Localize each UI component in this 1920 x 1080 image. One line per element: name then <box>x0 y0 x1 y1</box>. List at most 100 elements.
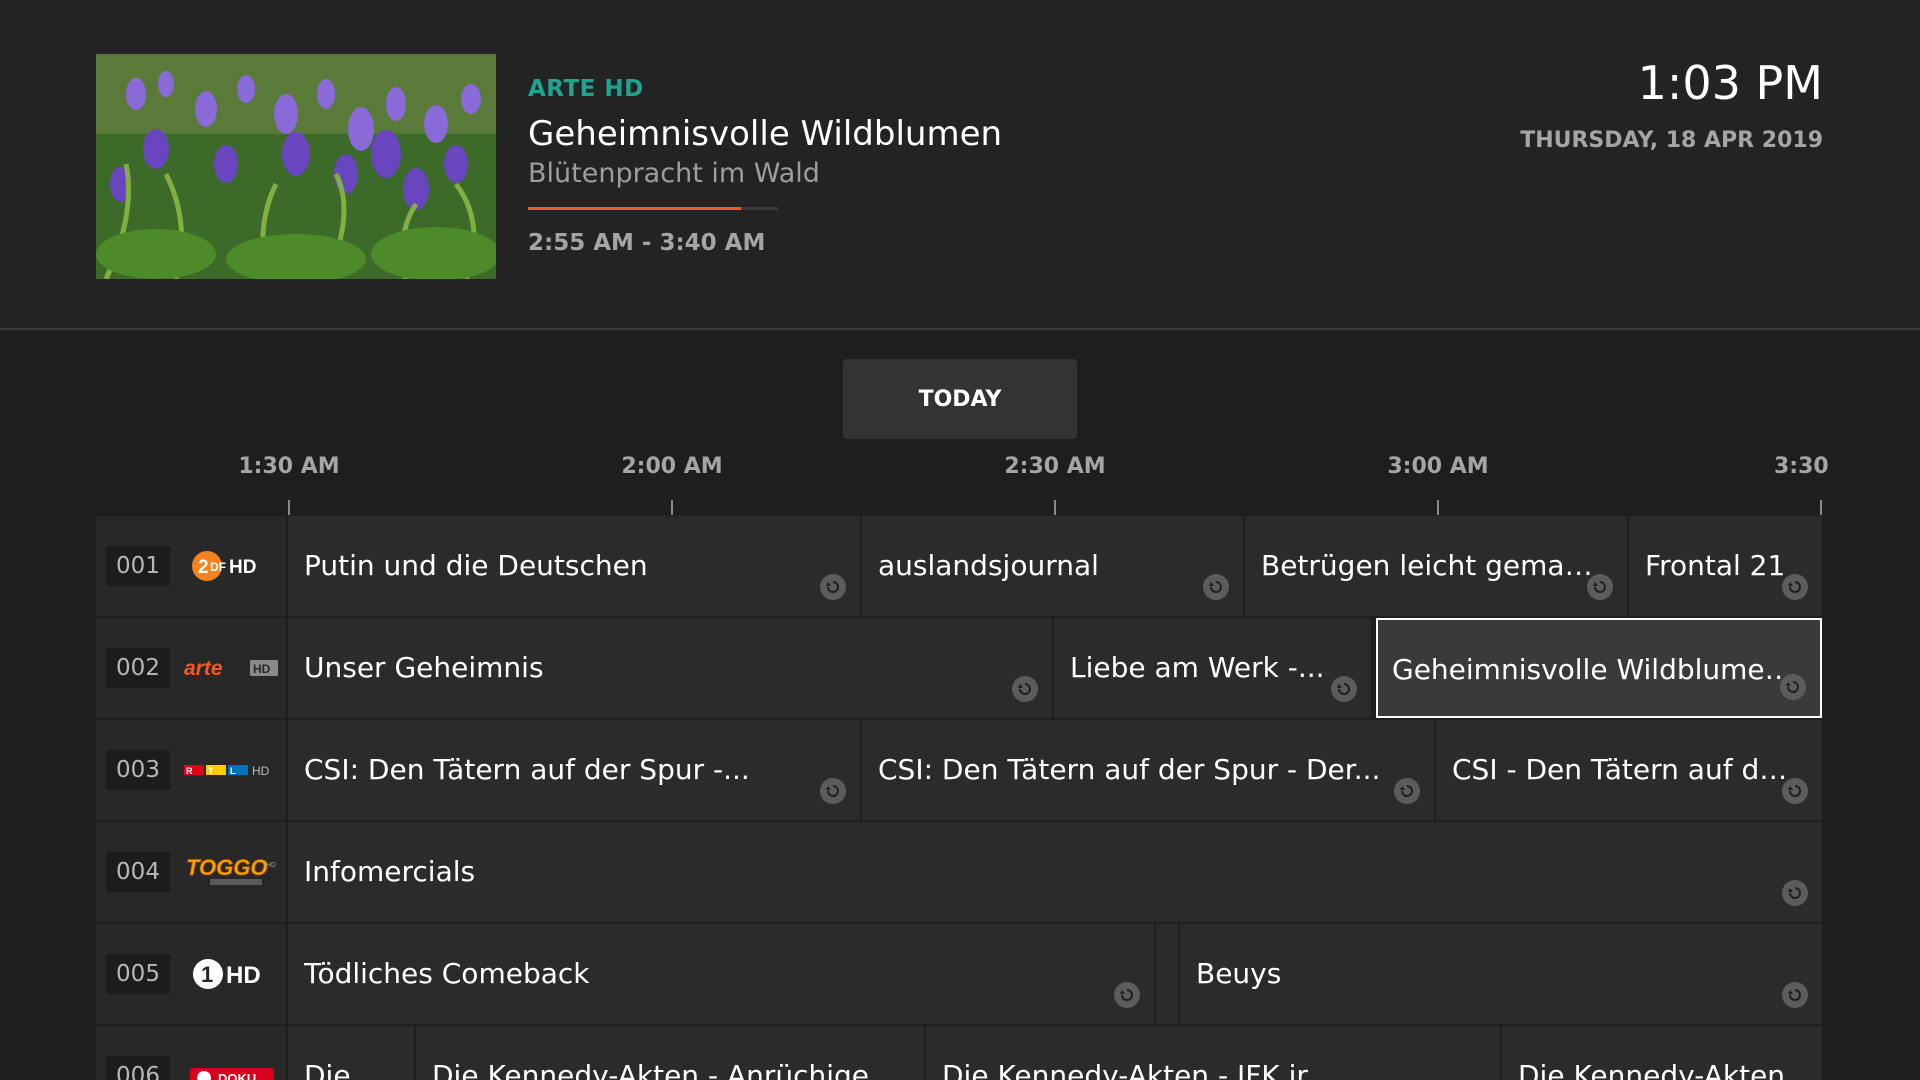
program-title: Frontal 21 <box>1645 549 1786 582</box>
arte-hd-logo: arte HD <box>184 646 280 690</box>
channel-cell[interactable]: 004 TOGGO HD <box>96 822 286 922</box>
program-title: Putin und die Deutschen <box>304 549 648 582</box>
channel-number: 005 <box>106 954 170 994</box>
replay-icon <box>1331 676 1357 702</box>
replay-icon <box>1782 982 1808 1008</box>
time-label: 1:30 AM <box>238 454 340 479</box>
channel-cell[interactable]: 002 arte HD <box>96 618 286 718</box>
time-label: 2:00 AM <box>621 454 723 479</box>
program-title: CSI: Den Tätern auf der Spur - Der... <box>878 753 1381 786</box>
program-progress-bar <box>528 207 778 210</box>
replay-icon <box>1394 778 1420 804</box>
program-cell[interactable]: CSI: Den Tätern auf der Spur - Der... <box>862 720 1434 820</box>
program-cell[interactable]: Unser Geheimnis <box>288 618 1052 718</box>
replay-icon <box>1782 574 1808 600</box>
program-cell[interactable]: CSI: Den Tätern auf der Spur -... <box>288 720 860 820</box>
zdf-hd-logo: 2 DF HD <box>184 544 280 588</box>
rtl-hd-logo: R T L HD <box>184 748 280 792</box>
clock: 1:03 PM <box>1637 56 1823 110</box>
program-cell[interactable]: Betrügen leicht gemacht... <box>1245 516 1627 616</box>
current-program-time: 2:55 AM - 3:40 AM <box>528 230 766 256</box>
program-cell[interactable]: Frontal 21 <box>1629 516 1822 616</box>
program-title: Die Kennedy-Akten - Anrüchige <box>432 1059 870 1080</box>
channel-number: 006 <box>106 1056 170 1080</box>
replay-icon <box>1780 674 1806 700</box>
time-tick <box>288 500 290 515</box>
svg-text:HD: HD <box>266 862 276 869</box>
svg-text:1: 1 <box>201 962 213 987</box>
wildflower-image <box>96 54 496 279</box>
program-cell[interactable]: Putin und die Deutschen <box>288 516 860 616</box>
program-cell-gap[interactable] <box>1156 924 1178 1024</box>
program-title: Infomercials <box>304 855 476 888</box>
replay-icon <box>1782 880 1808 906</box>
channel-row: 005 1 HD Tödliches Comeback Beuys <box>96 924 1822 1024</box>
channel-cell[interactable]: 005 1 HD <box>96 924 286 1024</box>
channel-row: 004 TOGGO HD Infomercials <box>96 822 1822 922</box>
program-title: Geheimnisvolle Wildblumen -... <box>1392 653 1798 686</box>
channel-cell[interactable]: 003 R T L HD <box>96 720 286 820</box>
channel-cell[interactable]: 006 DOKU <box>96 1026 286 1080</box>
current-program-title: Geheimnisvolle Wildblumen <box>528 114 1003 154</box>
replay-icon <box>1587 574 1613 600</box>
replay-icon <box>1114 982 1140 1008</box>
program-cell[interactable]: Die Kennedy-Akten <box>1502 1026 1822 1080</box>
channel-row: 006 DOKU Die Die Kennedy-Akten - Anrüchi… <box>96 1026 1822 1080</box>
program-title: Die <box>304 1059 351 1080</box>
svg-text:arte: arte <box>184 657 223 680</box>
replay-icon <box>1782 778 1808 804</box>
program-title: Beuys <box>1196 957 1282 990</box>
svg-text:TOGGO: TOGGO <box>186 855 268 880</box>
program-cell[interactable]: Beuys <box>1180 924 1822 1024</box>
svg-text:2: 2 <box>198 557 209 578</box>
program-cell[interactable]: auslandsjournal <box>862 516 1243 616</box>
toggo-hd-logo: TOGGO HD <box>184 850 280 894</box>
date: THURSDAY, 18 APR 2019 <box>1520 128 1823 153</box>
channel-cell[interactable]: 001 2 DF HD <box>96 516 286 616</box>
svg-text:HD: HD <box>252 764 270 778</box>
svg-text:HD: HD <box>253 662 271 676</box>
svg-text:T: T <box>208 766 214 776</box>
program-title: CSI: Den Tätern auf der Spur -... <box>304 753 750 786</box>
channel-number: 004 <box>106 852 170 892</box>
phoenix-doku-logo: DOKU <box>184 1054 280 1080</box>
channel-number: 003 <box>106 750 170 790</box>
time-tick <box>671 500 673 515</box>
program-cell[interactable]: Tödliches Comeback <box>288 924 1154 1024</box>
channel-number: 001 <box>106 546 170 586</box>
das-erste-hd-logo: 1 HD <box>184 952 280 996</box>
time-tick <box>1437 500 1439 515</box>
program-title: Liebe am Werk -... <box>1070 651 1325 684</box>
program-title: Die Kennedy-Akten <box>1518 1059 1786 1080</box>
replay-icon <box>820 574 846 600</box>
timeline: 1:30 AM 2:00 AM 2:30 AM 3:00 AM 3:30 <box>0 450 1920 516</box>
epg-grid: 001 2 DF HD Putin und die Deutschen ausl… <box>96 516 1822 1080</box>
program-title: Unser Geheimnis <box>304 651 544 684</box>
program-cell[interactable]: Infomercials <box>288 822 1822 922</box>
svg-text:HD: HD <box>226 962 261 989</box>
program-progress-fill <box>528 207 741 210</box>
program-info-header: ARTE HD Geheimnisvolle Wildblumen Blüten… <box>0 0 1920 330</box>
svg-text:DOKU: DOKU <box>218 1071 256 1080</box>
current-program-subtitle: Blütenpracht im Wald <box>528 158 820 189</box>
program-cell[interactable]: CSI - Den Tätern auf der... <box>1436 720 1822 820</box>
program-thumbnail <box>96 54 496 279</box>
program-cell-selected[interactable]: Geheimnisvolle Wildblumen -... <box>1376 618 1822 718</box>
replay-icon <box>820 778 846 804</box>
program-cell[interactable]: Die Kennedy-Akten - Anrüchige <box>416 1026 924 1080</box>
program-cell[interactable]: Liebe am Werk -... <box>1054 618 1371 718</box>
channel-row: 001 2 DF HD Putin und die Deutschen ausl… <box>96 516 1822 616</box>
svg-text:R: R <box>186 766 193 776</box>
program-cell[interactable]: Die <box>288 1026 414 1080</box>
today-button[interactable]: TODAY <box>843 359 1077 439</box>
time-tick <box>1820 500 1822 515</box>
time-label: 3:30 <box>1774 454 1829 479</box>
replay-icon <box>1012 676 1038 702</box>
svg-text:HD: HD <box>229 557 256 578</box>
time-label: 2:30 AM <box>1004 454 1106 479</box>
program-title: Tödliches Comeback <box>304 957 590 990</box>
program-cell[interactable]: Die Kennedy-Akten - JFK ir <box>926 1026 1500 1080</box>
time-label: 3:00 AM <box>1387 454 1489 479</box>
program-title: auslandsjournal <box>878 549 1099 582</box>
channel-row: 003 R T L HD CSI: Den Tätern auf der Spu… <box>96 720 1822 820</box>
